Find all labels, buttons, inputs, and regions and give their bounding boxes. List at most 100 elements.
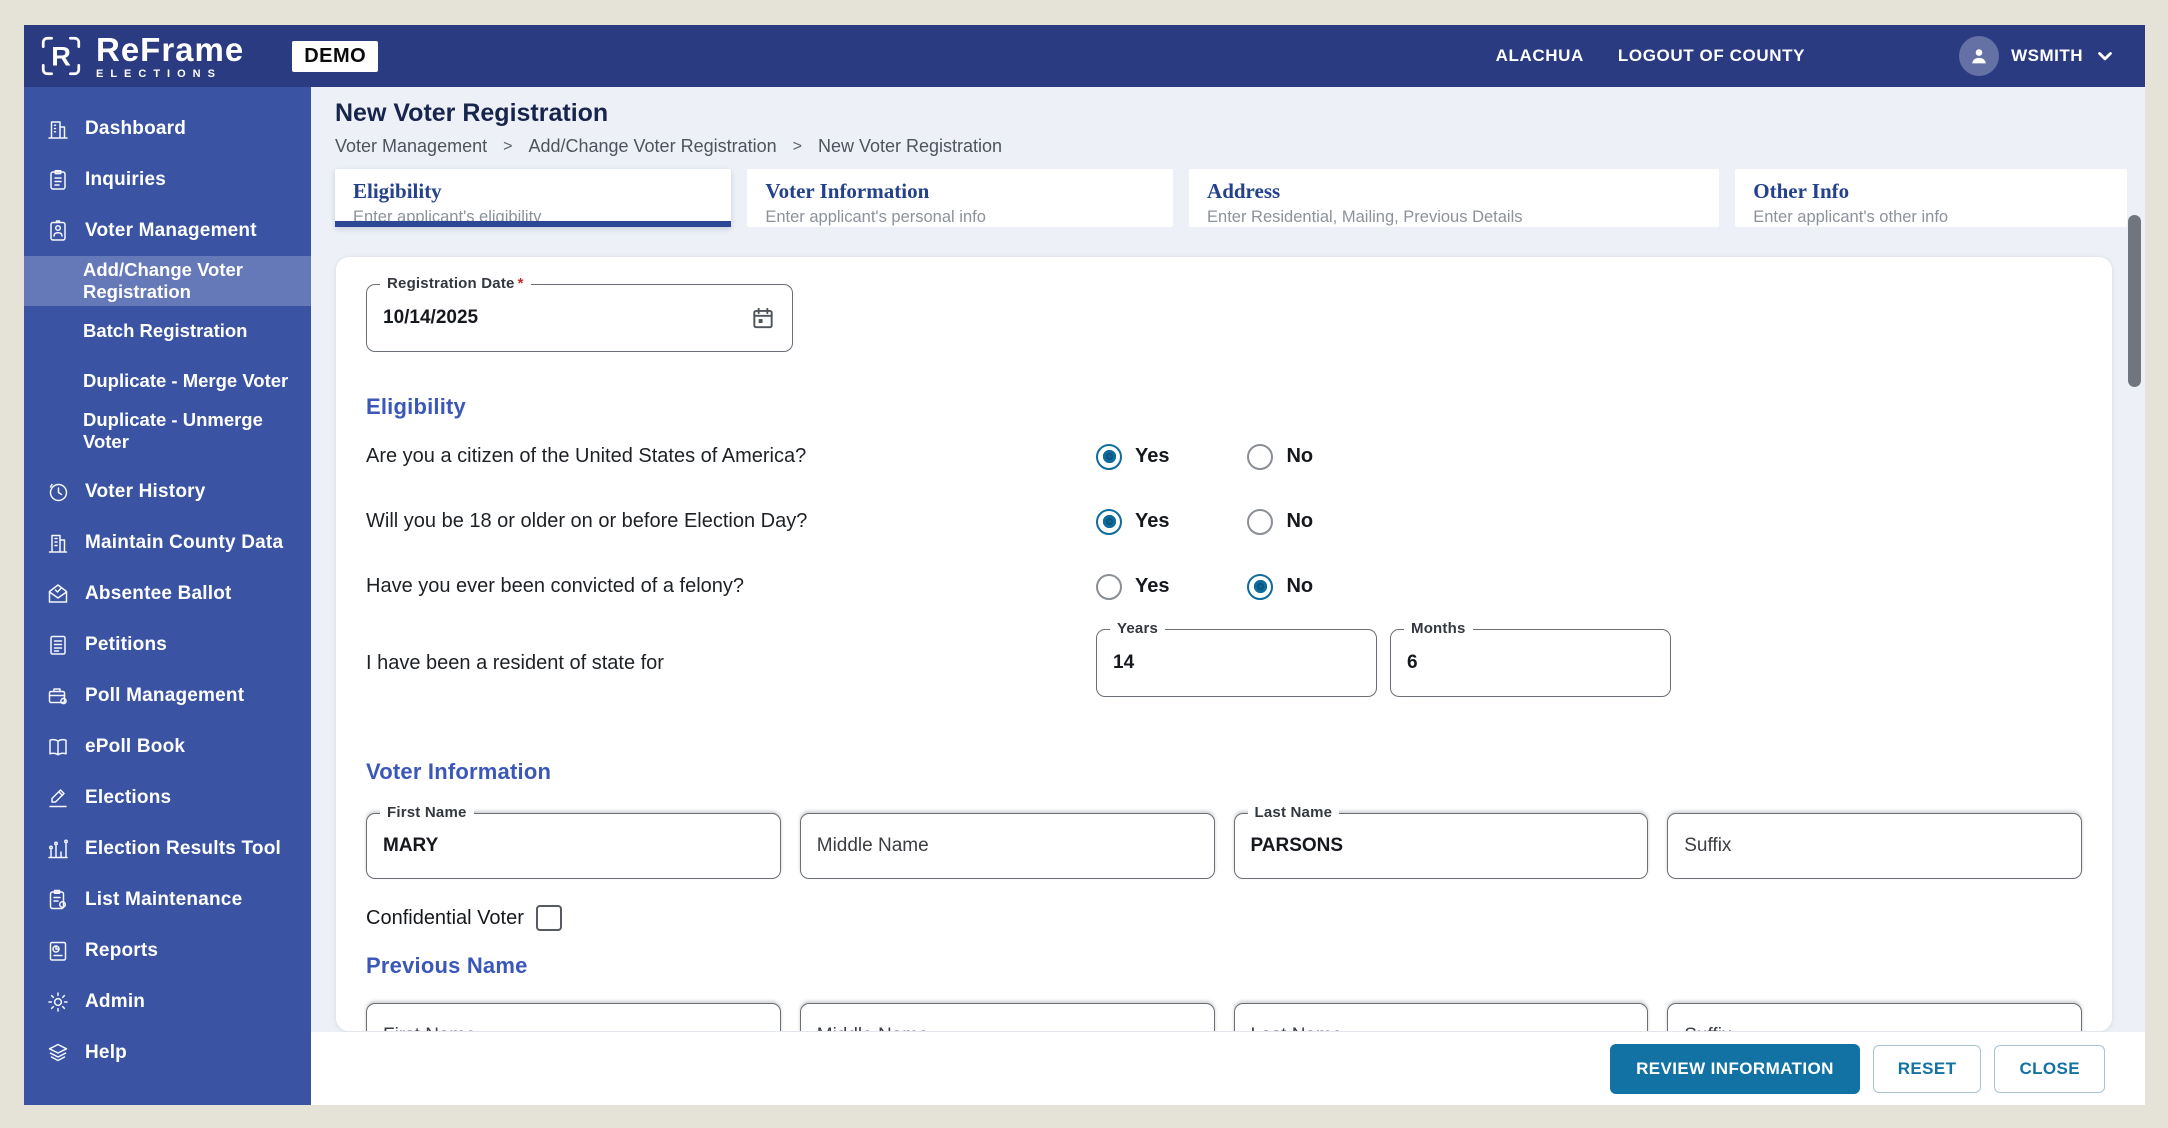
tab-subtitle: Enter Residential, Mailing, Previous Det… xyxy=(1207,208,1523,226)
residency-months-field: Months xyxy=(1390,620,1671,697)
radio-icon[interactable] xyxy=(1096,443,1122,470)
confidential-voter-checkbox[interactable] xyxy=(535,905,562,931)
sidebar-item-epoll-book[interactable]: ePoll Book xyxy=(24,721,311,772)
scrollbar-thumb[interactable] xyxy=(2128,215,2141,387)
breadcrumb-add-change-voter-registration[interactable]: Add/Change Voter Registration xyxy=(528,136,776,157)
sidebar-item-elections[interactable]: Elections xyxy=(24,772,311,823)
residency-months-input[interactable] xyxy=(1391,630,1670,696)
previous-suffix-input[interactable] xyxy=(1668,1004,2081,1031)
wizard-tabs: Eligibility Enter applicant's eligibilit… xyxy=(311,163,2145,227)
years-label: Years xyxy=(1110,620,1166,637)
list-maintenance-icon xyxy=(46,888,70,912)
elections-icon xyxy=(46,786,70,810)
age-yes-radio[interactable]: Yes xyxy=(1096,508,1170,535)
sidebar-item-reports[interactable]: Reports xyxy=(24,925,311,976)
sidebar-item-voter-management[interactable]: Voter Management xyxy=(24,205,311,256)
tab-voter-information[interactable]: Voter Information Enter applicant's pers… xyxy=(747,169,1174,227)
logout-county-link[interactable]: LOGOUT OF COUNTY xyxy=(1618,46,1805,66)
radio-icon[interactable] xyxy=(1247,508,1274,535)
felony-no-radio[interactable]: No xyxy=(1247,573,1314,600)
sidebar-item-label: Maintain County Data xyxy=(85,531,284,553)
previous-middle-name-input[interactable] xyxy=(800,1004,1214,1031)
middle-name-field xyxy=(799,813,1215,879)
sidebar-item-maintain-county-data[interactable]: Maintain County Data xyxy=(24,517,311,568)
radio-icon[interactable] xyxy=(1247,443,1274,470)
radio-label: No xyxy=(1286,445,1314,467)
sidebar-item-poll-management[interactable]: Poll Management xyxy=(24,670,311,721)
previous-last-name-input[interactable] xyxy=(1234,1004,1648,1031)
sidebar-nav: Dashboard Inquiries Voter Management Add… xyxy=(24,87,311,1105)
poll-management-icon xyxy=(46,684,70,708)
calendar-icon[interactable] xyxy=(750,305,776,331)
brand-name: ReFrame xyxy=(96,30,245,68)
brand-logo[interactable]: R ReFrame ELECTIONS xyxy=(38,33,244,80)
sidebar-item-voter-history[interactable]: Voter History xyxy=(24,466,311,517)
radio-label: No xyxy=(1286,575,1314,597)
registration-date-input[interactable] xyxy=(367,285,750,351)
sidebar-item-inquiries[interactable]: Inquiries xyxy=(24,154,311,205)
citizen-no-radio[interactable]: No xyxy=(1247,443,1314,470)
middle-name-input[interactable] xyxy=(800,814,1214,878)
question-citizen: Are you a citizen of the United States o… xyxy=(366,428,2082,485)
user-menu[interactable]: WSMITH xyxy=(1959,36,2115,76)
sidebar-item-absentee-ballot[interactable]: Absentee Ballot xyxy=(24,568,311,619)
close-button[interactable]: CLOSE xyxy=(1994,1044,2105,1093)
county-link[interactable]: ALACHUA xyxy=(1496,46,1584,66)
tab-eligibility[interactable]: Eligibility Enter applicant's eligibilit… xyxy=(335,169,732,227)
felony-yes-radio[interactable]: Yes xyxy=(1096,573,1169,600)
maintain-county-data-icon xyxy=(46,531,70,555)
sidebar-item-dashboard[interactable]: Dashboard xyxy=(24,103,311,154)
suffix-input[interactable] xyxy=(1668,814,2081,878)
confidential-voter-row: Confidential Voter xyxy=(366,905,2082,931)
sidebar-subitem-add-change-voter-registration[interactable]: Add/Change Voter Registration xyxy=(24,256,311,306)
breadcrumb-voter-management[interactable]: Voter Management xyxy=(335,136,487,157)
reports-icon xyxy=(46,939,70,963)
months-label: Months xyxy=(1404,620,1473,637)
radio-icon[interactable] xyxy=(1096,508,1122,535)
chevron-down-icon[interactable] xyxy=(2095,46,2115,66)
residency-years-input[interactable] xyxy=(1097,630,1376,696)
age-no-radio[interactable]: No xyxy=(1247,508,1313,535)
tab-other-info[interactable]: Other Info Enter applicant's other info xyxy=(1735,169,2128,227)
previous-first-name-input[interactable] xyxy=(367,1004,780,1031)
voter-information-section-heading: Voter Information xyxy=(366,759,552,784)
sidebar-item-label: Petitions xyxy=(85,633,168,655)
sidebar-item-label: Help xyxy=(85,1041,127,1063)
admin-icon xyxy=(46,990,70,1014)
tab-address[interactable]: Address Enter Residential, Mailing, Prev… xyxy=(1189,169,1720,227)
voter-name-fields: First Name Last Name xyxy=(366,804,2082,879)
review-information-button[interactable]: REVIEW INFORMATION xyxy=(1610,1043,1860,1094)
radio-label: Yes xyxy=(1135,510,1170,532)
sidebar-item-admin[interactable]: Admin xyxy=(24,976,311,1027)
sidebar-subitem-duplicate-unmerge-voter[interactable]: Duplicate - Unmerge Voter xyxy=(24,406,311,456)
question-text: Have you ever been convicted of a felony… xyxy=(366,575,745,597)
previous-last-name-field xyxy=(1233,1003,1649,1031)
breadcrumb: Voter Management > Add/Change Voter Regi… xyxy=(335,136,2121,157)
tab-subtitle: Enter applicant's eligibility xyxy=(353,208,542,226)
sidebar-item-label: Absentee Ballot xyxy=(85,582,232,604)
question-felony: Have you ever been convicted of a felony… xyxy=(366,558,2082,615)
voter-history-icon xyxy=(46,480,70,504)
sidebar-item-label: Election Results Tool xyxy=(85,837,281,859)
form-card: Registration Date* Eligibility Are you a… xyxy=(335,256,2113,1032)
citizen-yes-radio[interactable]: Yes xyxy=(1096,443,1169,470)
sidebar-item-label: Elections xyxy=(85,786,172,808)
sidebar-item-petitions[interactable]: Petitions xyxy=(24,619,311,670)
question-text: Will you be 18 or older on or before Ele… xyxy=(366,510,808,532)
vertical-scrollbar[interactable] xyxy=(2128,207,2141,1087)
radio-icon[interactable] xyxy=(1096,573,1122,600)
previous-name-fields xyxy=(366,1003,2082,1031)
question-age: Will you be 18 or older on or before Ele… xyxy=(366,493,2082,550)
last-name-input[interactable] xyxy=(1234,814,1648,878)
sidebar-subitem-duplicate-merge-voter[interactable]: Duplicate - Merge Voter xyxy=(24,356,311,406)
radio-icon[interactable] xyxy=(1247,573,1274,600)
reset-button[interactable]: RESET xyxy=(1872,1044,1982,1093)
sidebar-item-help[interactable]: Help xyxy=(24,1027,311,1078)
sidebar-subitem-batch-registration[interactable]: Batch Registration xyxy=(24,306,311,356)
sidebar-item-election-results-tool[interactable]: Election Results Tool xyxy=(24,823,311,874)
first-name-input[interactable] xyxy=(367,814,780,878)
breadcrumb-separator: > xyxy=(792,137,802,155)
sidebar-item-list-maintenance[interactable]: List Maintenance xyxy=(24,874,311,925)
registration-date-label: Registration Date * xyxy=(380,275,531,292)
sidebar-subitem-label: Duplicate - Unmerge Voter xyxy=(83,409,263,452)
